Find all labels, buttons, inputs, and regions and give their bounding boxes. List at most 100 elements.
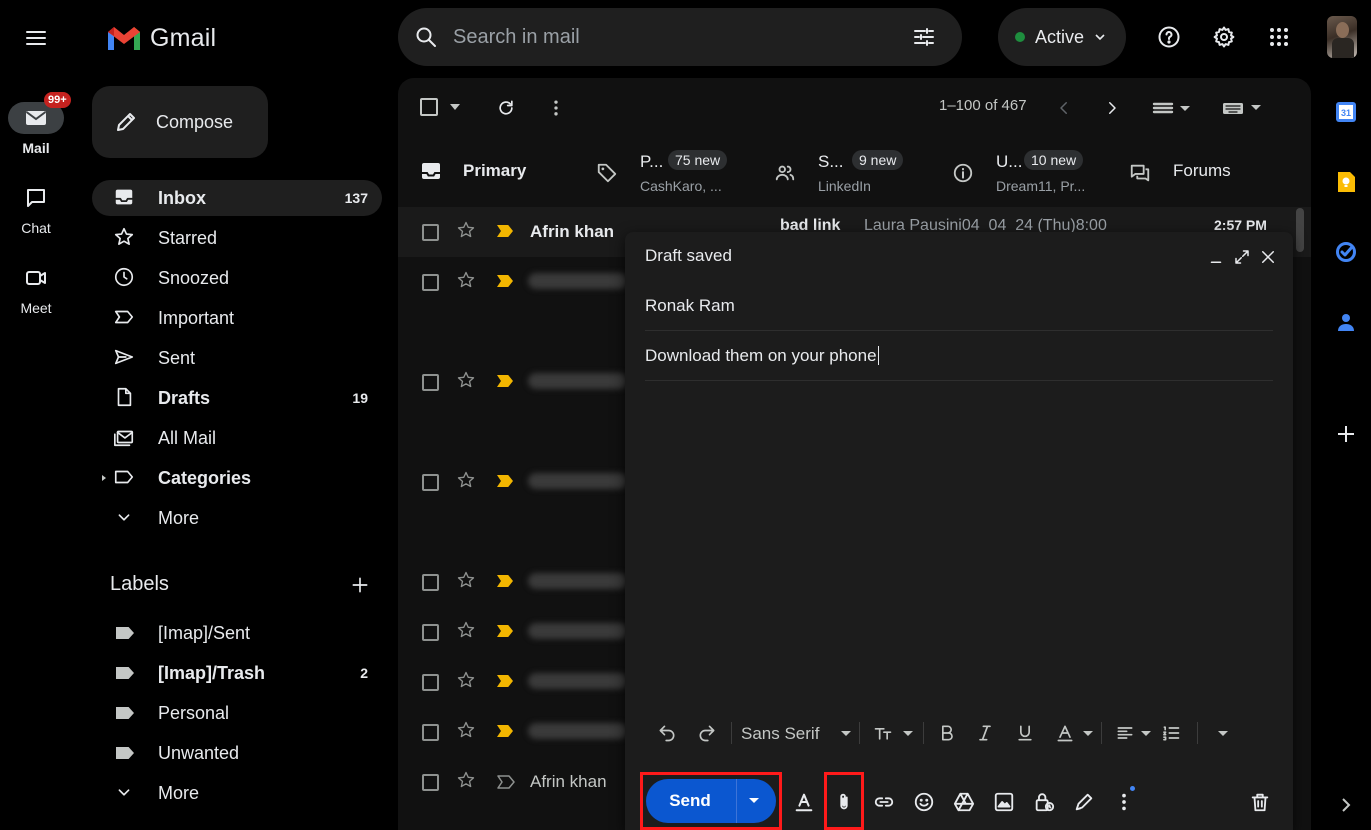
nav-snoozed[interactable]: Snoozed	[92, 260, 382, 296]
undo-button[interactable]	[655, 721, 679, 745]
row-checkbox[interactable]	[422, 474, 439, 491]
status-chip[interactable]: Active	[998, 8, 1126, 66]
recipients-field[interactable]: Ronak Ram	[645, 281, 1273, 331]
insert-photo-button[interactable]	[991, 789, 1017, 815]
close-button[interactable]	[1257, 246, 1279, 268]
nav-more[interactable]: More	[92, 500, 382, 536]
row-checkbox[interactable]	[422, 724, 439, 741]
nav-starred[interactable]: Starred	[92, 220, 382, 256]
tab-updates[interactable]: U... 10 new Dream11, Pr...	[944, 142, 1104, 200]
star-toggle[interactable]	[456, 620, 480, 644]
text-color-caret-icon[interactable]	[1083, 731, 1093, 736]
nav-categories[interactable]: Categories	[92, 460, 382, 496]
row-checkbox[interactable]	[422, 624, 439, 641]
important-marker-icon[interactable]	[497, 475, 513, 487]
tab-promotions[interactable]: P... 75 new CashKaro, ...	[588, 142, 748, 200]
label-item[interactable]: Personal	[92, 695, 382, 731]
gmail-logo[interactable]: Gmail	[106, 22, 216, 54]
insert-signature-button[interactable]	[1071, 789, 1097, 815]
select-menu-caret-icon[interactable]	[450, 104, 460, 110]
tab-social[interactable]: S... 9 new LinkedIn	[766, 142, 926, 200]
newer-button[interactable]	[1052, 96, 1076, 120]
insert-drive-button[interactable]	[951, 789, 977, 815]
important-marker-icon[interactable]	[497, 375, 513, 387]
star-toggle[interactable]	[456, 270, 480, 294]
account-avatar[interactable]	[1327, 16, 1357, 58]
row-checkbox[interactable]	[422, 574, 439, 591]
search-input[interactable]	[453, 24, 893, 50]
important-marker-icon[interactable]	[497, 575, 513, 587]
older-button[interactable]	[1100, 96, 1124, 120]
refresh-button[interactable]	[494, 96, 518, 120]
message-body[interactable]	[645, 390, 1273, 710]
get-addons-button[interactable]	[1333, 421, 1359, 447]
calendar-app-button[interactable]: 31	[1333, 99, 1359, 125]
star-toggle[interactable]	[456, 470, 480, 494]
bold-button[interactable]	[935, 721, 959, 745]
label-item[interactable]: [Imap]/Sent	[92, 615, 382, 651]
tab-primary[interactable]: Primary	[398, 142, 563, 200]
rail-meet[interactable]: Meet	[0, 262, 72, 316]
nav-important[interactable]: Important	[92, 300, 382, 336]
search-bar[interactable]	[398, 8, 962, 66]
star-toggle[interactable]	[456, 220, 480, 244]
rail-chat[interactable]: Chat	[0, 182, 72, 236]
show-side-panel-button[interactable]	[1333, 792, 1359, 818]
row-checkbox[interactable]	[422, 674, 439, 691]
nav-drafts[interactable]: Drafts 19	[92, 380, 382, 416]
more-options-button[interactable]	[1111, 786, 1137, 815]
contacts-app-button[interactable]	[1333, 309, 1359, 335]
font-caret-icon[interactable]	[841, 731, 851, 736]
confidential-mode-button[interactable]	[1031, 789, 1057, 815]
align-button[interactable]	[1113, 721, 1137, 745]
numbered-list-button[interactable]	[1159, 721, 1183, 745]
row-checkbox[interactable]	[422, 274, 439, 291]
fullscreen-button[interactable]	[1231, 246, 1253, 268]
text-color-button[interactable]	[1053, 721, 1077, 745]
formatting-options-button[interactable]	[791, 789, 817, 815]
label-item[interactable]: [Imap]/Trash 2	[92, 655, 382, 691]
important-marker-icon[interactable]	[497, 275, 513, 287]
text-size-caret-icon[interactable]	[903, 731, 913, 736]
font-selector[interactable]: Sans Serif	[741, 724, 819, 744]
rail-mail[interactable]: 99+ Mail	[0, 92, 72, 156]
more-options-button[interactable]	[544, 96, 568, 120]
subject-field[interactable]: Download them on your phone	[645, 331, 1273, 381]
density-toggle[interactable]	[1150, 96, 1196, 120]
star-toggle[interactable]	[456, 370, 480, 394]
google-apps-button[interactable]	[1262, 20, 1296, 54]
more-formatting-caret-icon[interactable]	[1218, 731, 1228, 736]
important-marker-icon[interactable]	[497, 675, 513, 687]
row-checkbox[interactable]	[422, 774, 439, 791]
add-label-button[interactable]	[347, 572, 373, 598]
tab-forums[interactable]: Forums	[1122, 142, 1292, 200]
insert-link-button[interactable]	[871, 789, 897, 815]
search-options-icon[interactable]	[910, 23, 938, 51]
important-marker-icon[interactable]	[497, 225, 513, 237]
important-marker-icon[interactable]	[497, 725, 513, 737]
minimize-button[interactable]	[1205, 246, 1227, 268]
text-size-button[interactable]	[871, 721, 895, 745]
star-toggle[interactable]	[456, 720, 480, 744]
keep-app-button[interactable]	[1333, 169, 1359, 195]
main-menu-button[interactable]	[12, 14, 60, 62]
tasks-app-button[interactable]	[1333, 239, 1359, 265]
star-toggle[interactable]	[456, 670, 480, 694]
insert-emoji-button[interactable]	[911, 789, 937, 815]
scrollbar-thumb[interactable]	[1296, 208, 1304, 252]
discard-draft-button[interactable]	[1247, 789, 1273, 815]
star-toggle[interactable]	[456, 770, 480, 794]
nav-sent[interactable]: Sent	[92, 340, 382, 376]
search-icon[interactable]	[412, 23, 440, 51]
align-caret-icon[interactable]	[1141, 731, 1151, 736]
underline-button[interactable]	[1013, 721, 1037, 745]
italic-button[interactable]	[973, 721, 997, 745]
labels-more[interactable]: More	[92, 775, 382, 811]
row-checkbox[interactable]	[422, 224, 439, 241]
compose-button[interactable]: Compose	[92, 86, 268, 158]
help-button[interactable]	[1152, 20, 1186, 54]
input-tools-toggle[interactable]	[1220, 96, 1266, 120]
select-all-checkbox[interactable]	[420, 98, 438, 116]
important-marker-icon[interactable]	[497, 625, 513, 637]
row-checkbox[interactable]	[422, 374, 439, 391]
